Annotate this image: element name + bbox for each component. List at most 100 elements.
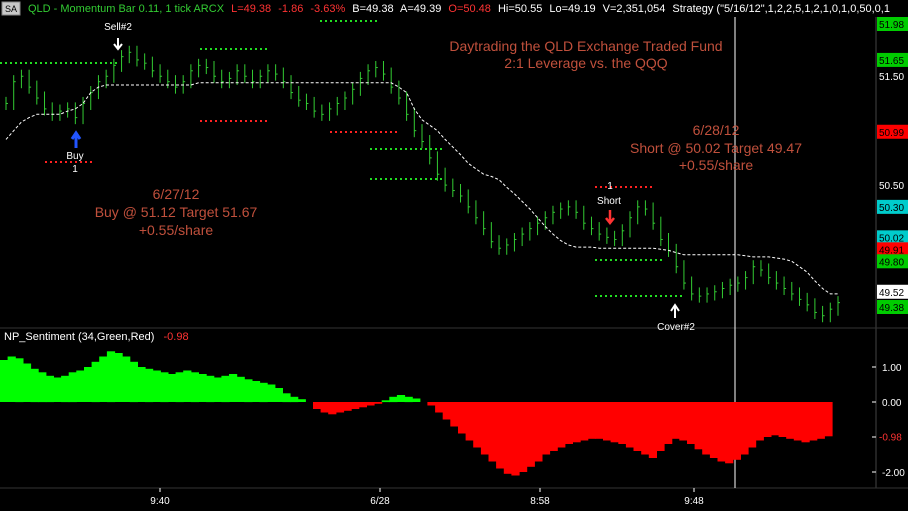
indicator-bar [610, 402, 619, 443]
stop-dot [640, 295, 642, 297]
indicator-bar [389, 396, 398, 403]
indicator-bar [458, 402, 467, 434]
indicator-bar [99, 356, 108, 402]
stop-dot [375, 178, 377, 180]
indicator-bar [183, 370, 192, 402]
indicator-bar [30, 368, 39, 403]
price-axis-label: 50.99 [879, 128, 904, 139]
stop-dot [415, 178, 417, 180]
indicator-bar [763, 402, 772, 437]
stop-dot [380, 148, 382, 150]
time-tick-label: 9:40 [150, 496, 170, 507]
stop-dot [610, 259, 612, 261]
stop-dot [430, 178, 432, 180]
stop-dot [645, 295, 647, 297]
stop-dot [45, 62, 47, 64]
indicator-bar [526, 402, 535, 467]
trade2-profit: +0.55/share [679, 157, 754, 173]
indicator-bar [534, 402, 543, 462]
stop-dot [0, 62, 2, 64]
stop-dot [350, 131, 352, 133]
stop-dot [365, 20, 367, 22]
stop-dot [345, 20, 347, 22]
indicator-bar [167, 374, 177, 402]
stop-dot [10, 62, 12, 64]
stop-dot [680, 295, 682, 297]
indicator-axis: 1.000.00-1.00-2.00-0.98 [872, 363, 908, 479]
stop-dot [405, 148, 407, 150]
indicator-bar [603, 402, 612, 441]
stop-dot [375, 20, 377, 22]
stop-dot [405, 178, 407, 180]
header-text: QLD - Momentum Bar 0.11, 1 tick ARCX L=4… [28, 3, 890, 15]
indicator-bar [687, 402, 696, 444]
indicator-bar [778, 402, 787, 437]
indicator-bar [358, 402, 367, 408]
trade1-date: 6/27/12 [153, 186, 200, 202]
indicator-bar [152, 370, 161, 402]
stop-dot [365, 131, 367, 133]
indicator-bar [564, 402, 573, 444]
stop-dot [210, 48, 212, 50]
indicator-bar [198, 374, 207, 402]
stop-dot [390, 178, 392, 180]
time-axis: 9:40 6/28 8:58 9:48 [150, 488, 704, 507]
indicator-bar [755, 402, 764, 441]
stop-dot [85, 161, 87, 163]
stop-dot [5, 62, 7, 64]
stop-dot [655, 259, 657, 261]
stop-dot [645, 186, 647, 188]
stop-dot [70, 62, 72, 64]
stop-dot [395, 148, 397, 150]
stop-dot [335, 131, 337, 133]
indicator-bar [396, 395, 406, 402]
stop-dot [230, 48, 232, 50]
indicator-bar [595, 402, 604, 439]
indicator-bar [442, 402, 451, 420]
indicator-bar [541, 402, 551, 455]
indicator-bar [511, 402, 520, 476]
stop-dot [640, 259, 642, 261]
indicator-bar [679, 402, 688, 441]
price-axis-label: 51.65 [879, 56, 904, 67]
indicator-bar [824, 402, 833, 437]
indicator-bar [282, 393, 291, 403]
indicator-bar [114, 353, 123, 402]
header-strategy: Strategy ("5/16/12",1,2,2,5,1,2,1,0,1,0,… [672, 3, 890, 15]
stop-dot [240, 48, 242, 50]
indicator-bar [473, 402, 482, 448]
stop-dot [655, 295, 657, 297]
header-lo: Lo=49.19 [549, 3, 595, 15]
stop-dot [40, 62, 42, 64]
stop-dot [95, 62, 97, 64]
stop-dot [440, 178, 442, 180]
indicator-bar [374, 402, 383, 404]
indicator-bar [618, 402, 627, 444]
stop-dot [625, 295, 627, 297]
header-ask: A=49.39 [400, 3, 441, 15]
stop-dot [60, 62, 62, 64]
stop-dot [430, 148, 432, 150]
stop-dot [90, 161, 92, 163]
stop-dot [55, 161, 57, 163]
stop-dot [615, 295, 617, 297]
stop-dot [55, 62, 57, 64]
stop-dot [370, 131, 372, 133]
stop-dot [230, 120, 232, 122]
stop-dot [675, 295, 677, 297]
stop-dot [635, 295, 637, 297]
stop-dot [610, 295, 612, 297]
stop-dot [595, 259, 597, 261]
stop-dot [355, 131, 357, 133]
indicator-bar [7, 356, 16, 402]
indicator-bar [15, 358, 24, 403]
stop-dot [380, 131, 382, 133]
stop-dot [395, 178, 397, 180]
indicator-bar [732, 402, 741, 460]
trade2-detail: Short @ 50.02 Target 49.47 [630, 140, 802, 156]
stop-dot [90, 62, 92, 64]
indicator-bar [175, 372, 184, 403]
symbol-box-label: SA [5, 4, 17, 14]
stop-dot [635, 259, 637, 261]
short-arrow-icon [605, 210, 615, 226]
